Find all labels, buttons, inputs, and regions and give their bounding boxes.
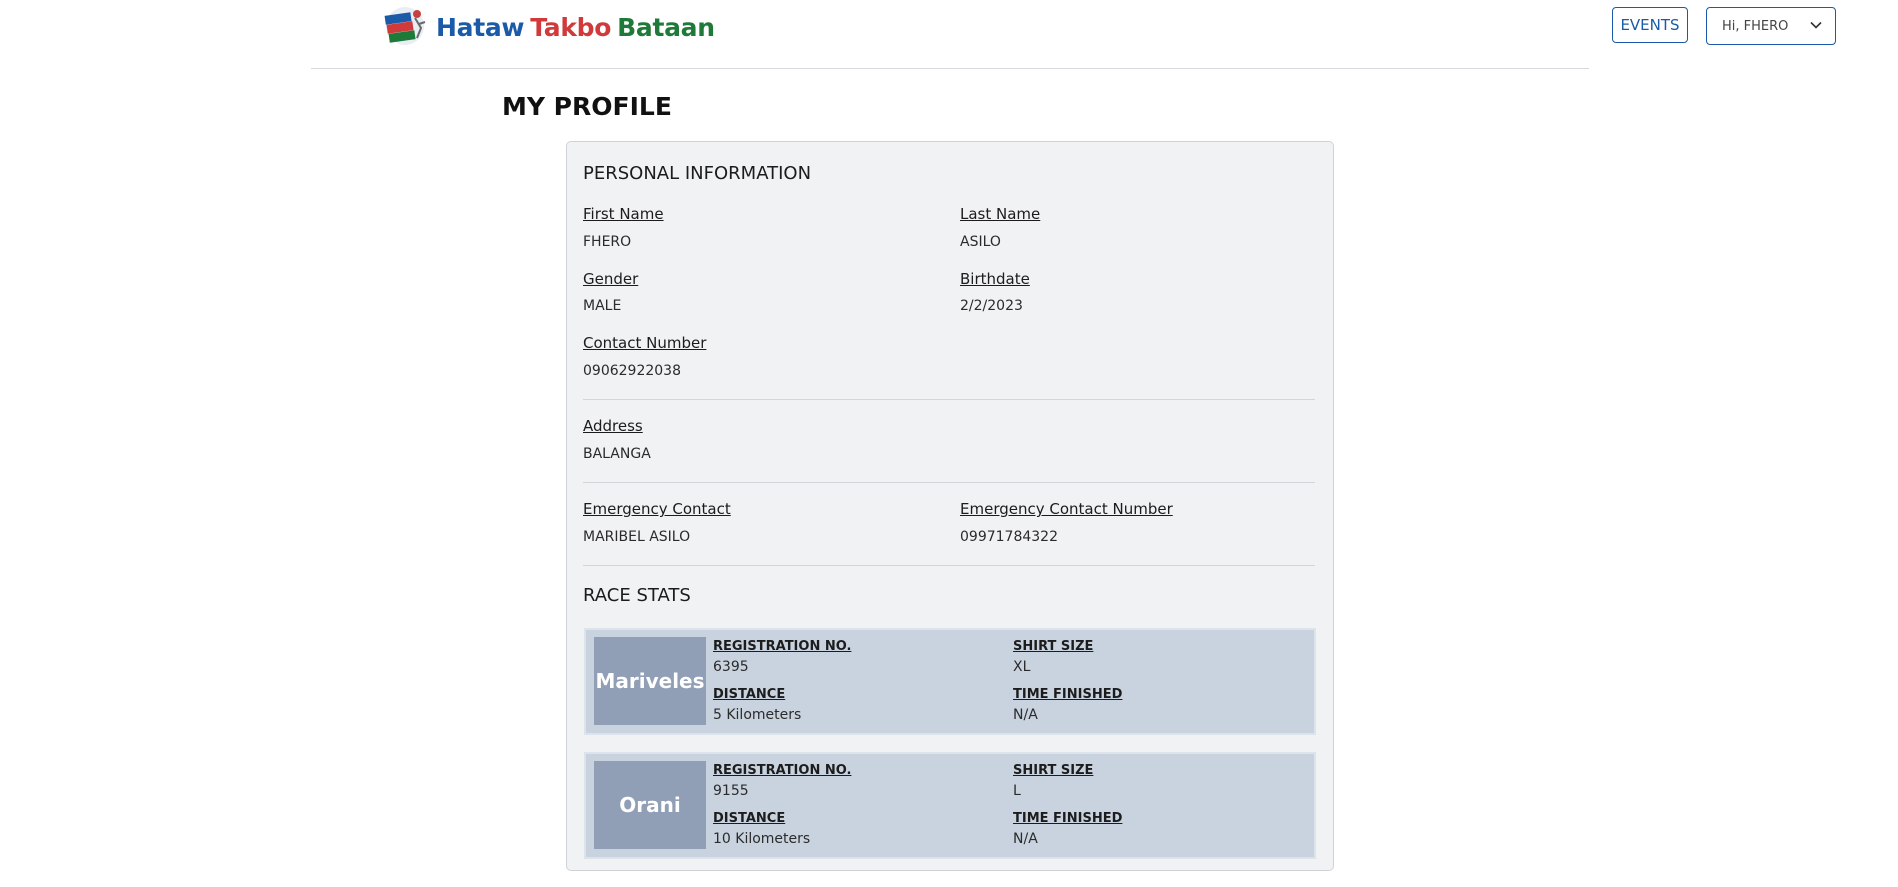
divider [583,565,1315,566]
personal-info-title: PERSONAL INFORMATION [583,163,812,184]
race-card-mariveles: Mariveles REGISTRATION NO. 6395 DISTANCE… [584,628,1316,735]
contact-number-value: 09062922038 [583,363,681,379]
hataw-takbo-logo-icon [384,7,426,45]
emergency-contact-value: MARIBEL ASILO [583,529,691,545]
contact-number-label: Contact Number [583,334,707,352]
gender-value: MALE [583,298,622,314]
race-city: Mariveles [594,637,706,725]
user-menu-dropdown[interactable]: Hi, FHERO [1706,7,1836,45]
time-finished-value: N/A [1013,707,1038,723]
emergency-contact-label: Emergency Contact [583,500,731,518]
address-label: Address [583,417,643,435]
brand-word-takbo: Takbo [530,12,612,42]
time-finished-label: TIME FINISHED [1013,687,1123,702]
address-value: BALANGA [583,446,651,462]
birthdate-value: 2/2/2023 [960,298,1023,314]
brand[interactable]: Hataw Takbo Bataan [381,4,721,50]
registration-value: 6395 [713,659,749,675]
time-finished-label: TIME FINISHED [1013,811,1123,826]
chevron-down-icon [1810,21,1822,29]
registration-value: 9155 [713,783,749,799]
race-city: Orani [594,761,706,849]
registration-label: REGISTRATION NO. [713,639,852,654]
divider [583,482,1315,483]
events-button[interactable]: EVENTS [1612,7,1688,43]
first-name-label: First Name [583,205,664,223]
first-name-value: FHERO [583,234,632,250]
registration-label: REGISTRATION NO. [713,763,852,778]
shirt-size-value: L [1013,783,1021,799]
distance-label: DISTANCE [713,811,786,826]
brand-name: Hataw Takbo Bataan [436,13,721,42]
emergency-contact-number-label: Emergency Contact Number [960,500,1173,518]
page-title: MY PROFILE [502,92,672,121]
divider [583,399,1315,400]
navbar: Hataw Takbo Bataan EVENTS Hi, FHERO [311,0,1836,69]
last-name-label: Last Name [960,205,1041,223]
brand-word-bataan: Bataan [617,12,715,42]
race-stats-title: RACE STATS [583,585,691,606]
birthdate-label: Birthdate [960,270,1030,288]
user-menu-label: Hi, FHERO [1722,18,1789,34]
gender-label: Gender [583,270,639,288]
last-name-value: ASILO [960,234,1001,250]
shirt-size-label: SHIRT SIZE [1013,639,1094,654]
shirt-size-label: SHIRT SIZE [1013,763,1094,778]
time-finished-value: N/A [1013,831,1038,847]
shirt-size-value: XL [1013,659,1031,675]
emergency-contact-number-value: 09971784322 [960,529,1058,545]
distance-value: 10 Kilometers [713,831,811,847]
distance-value: 5 Kilometers [713,707,802,723]
distance-label: DISTANCE [713,687,786,702]
profile-card: PERSONAL INFORMATION First Name FHERO La… [566,141,1334,871]
race-card-orani: Orani REGISTRATION NO. 9155 DISTANCE 10 … [584,752,1316,859]
brand-word-hataw: Hataw [436,12,525,42]
